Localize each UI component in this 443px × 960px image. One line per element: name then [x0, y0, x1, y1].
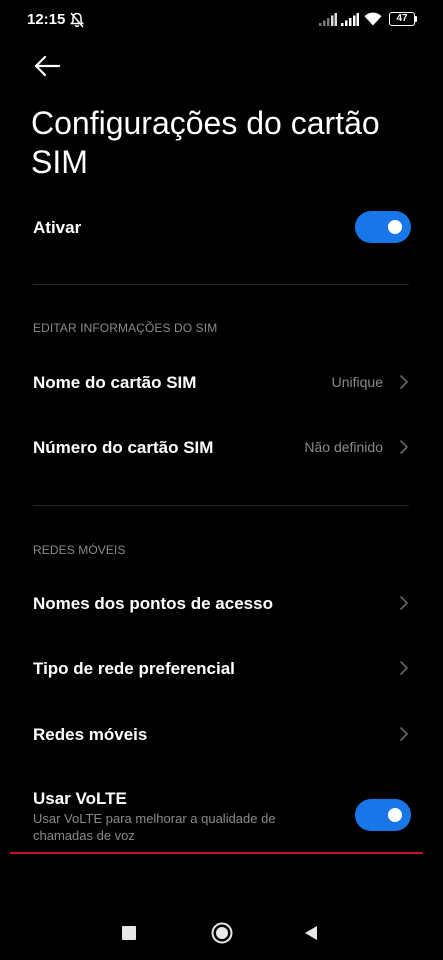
nav-home-icon[interactable]	[211, 922, 233, 944]
list-item-access-points[interactable]: Nomes dos pontos de acesso	[0, 576, 443, 631]
nav-back-icon[interactable]	[303, 925, 319, 941]
sim-name-label: Nome do cartão SIM	[33, 373, 197, 392]
chevron-right-icon	[400, 440, 408, 454]
activate-label: Ativar	[33, 218, 82, 237]
back-arrow-icon[interactable]	[30, 50, 70, 82]
wifi-icon	[364, 12, 382, 26]
section-title-sim-info: EDITAR INFORMAÇÕES DO SIM	[33, 321, 218, 335]
activate-toggle[interactable]	[355, 211, 411, 243]
sim-name-value: Unifique	[331, 374, 383, 390]
chevron-right-icon	[400, 596, 408, 610]
volte-description: Usar VoLTE para melhorar a qualidade de …	[33, 811, 276, 843]
list-item-network-type[interactable]: Tipo de rede preferencial	[0, 641, 443, 696]
page-title: Configurações do cartão SIM	[31, 105, 380, 180]
sim-number-value: Não definido	[304, 439, 383, 455]
volte-row[interactable]: Usar VoLTE Usar VoLTE para melhorar a qu…	[0, 780, 443, 848]
chevron-right-icon	[400, 727, 408, 741]
annotation-underline	[10, 852, 423, 854]
access-points-label: Nomes dos pontos de acesso	[33, 594, 273, 613]
nav-recents-icon[interactable]	[122, 926, 136, 940]
signal-icon	[341, 13, 359, 26]
divider	[33, 284, 409, 285]
toggle-knob	[388, 220, 402, 234]
toggle-knob	[388, 808, 402, 822]
battery-cap	[415, 16, 417, 22]
list-item-sim-number[interactable]: Número do cartão SIM Não definido	[0, 420, 443, 475]
activate-row[interactable]: Ativar	[0, 200, 443, 255]
list-item-mobile-networks[interactable]: Redes móveis	[0, 707, 443, 762]
divider	[33, 505, 409, 506]
list-item-sim-name[interactable]: Nome do cartão SIM Unifique	[0, 355, 443, 410]
battery-level: 47	[396, 13, 408, 24]
sim-number-label: Número do cartão SIM	[33, 438, 214, 457]
volte-toggle[interactable]	[355, 799, 411, 831]
status-time: 12:15	[27, 11, 66, 28]
signal-icon	[319, 13, 337, 26]
bell-off-icon	[70, 12, 84, 28]
network-type-label: Tipo de rede preferencial	[33, 659, 235, 678]
volte-label: Usar VoLTE	[33, 789, 127, 808]
chevron-right-icon	[400, 375, 408, 389]
mobile-networks-label: Redes móveis	[33, 725, 148, 744]
chevron-right-icon	[400, 661, 408, 675]
section-title-mobile-networks: REDES MÓVEIS	[33, 543, 126, 557]
